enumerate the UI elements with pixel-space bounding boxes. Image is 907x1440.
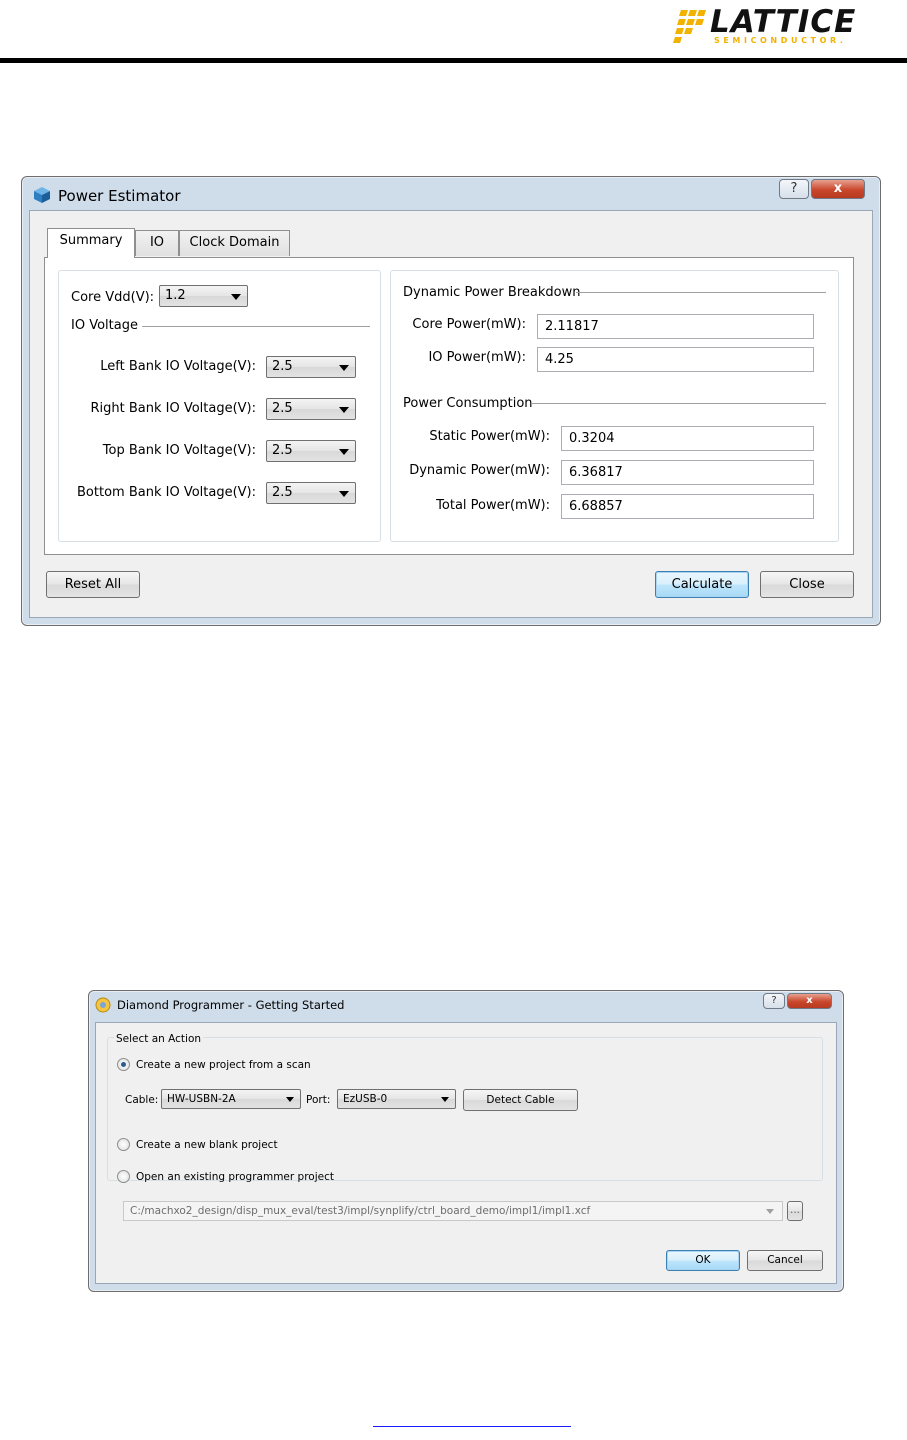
chevron-down-icon <box>766 1209 774 1214</box>
total-power-field[interactable]: 6.68857 <box>561 494 814 519</box>
help-button[interactable]: ? <box>763 993 785 1009</box>
cable-value: HW-USBN-2A <box>167 1093 236 1105</box>
port-value: EzUSB-0 <box>343 1093 388 1105</box>
dynamic-power-field[interactable]: 6.36817 <box>561 460 814 485</box>
core-vdd-select[interactable]: 1.2 <box>159 285 248 307</box>
footer-link-underline[interactable] <box>373 1426 571 1427</box>
dynamic-power-label: Dynamic Power(mW): <box>409 463 550 478</box>
io-power-label: IO Power(mW): <box>428 350 526 365</box>
static-power-value: 0.3204 <box>569 431 615 446</box>
close-button[interactable]: Close <box>760 571 854 598</box>
project-path-value: C:/machxo2_design/disp_mux_eval/test3/im… <box>130 1205 591 1217</box>
core-vdd-value: 1.2 <box>165 288 186 303</box>
logo-subtitle: SEMICONDUCTOR. <box>714 36 847 45</box>
cable-label: Cable: <box>125 1094 159 1106</box>
diamond-app-icon <box>95 997 111 1013</box>
power-estimator-app-icon <box>32 185 52 205</box>
reset-all-button[interactable]: Reset All <box>46 571 140 598</box>
bottom-bank-select[interactable]: 2.5 <box>266 482 356 504</box>
io-voltage-heading: IO Voltage <box>71 318 138 333</box>
io-voltage-rule <box>142 326 370 327</box>
core-power-label: Core Power(mW): <box>412 317 526 332</box>
top-bank-value: 2.5 <box>272 443 293 458</box>
tab-summary[interactable]: Summary <box>47 228 135 258</box>
header-rule <box>0 58 907 63</box>
radio-new-from-scan[interactable] <box>117 1058 130 1071</box>
core-power-field[interactable]: 2.11817 <box>537 314 814 339</box>
project-path-field[interactable]: C:/machxo2_design/disp_mux_eval/test3/im… <box>123 1201 783 1221</box>
lattice-logo: LATTICE SEMICONDUCTOR. <box>673 4 864 50</box>
browse-button[interactable]: ... <box>787 1201 803 1221</box>
left-bank-select[interactable]: 2.5 <box>266 356 356 378</box>
cancel-button[interactable]: Cancel <box>747 1250 823 1271</box>
top-bank-select[interactable]: 2.5 <box>266 440 356 462</box>
port-select[interactable]: EzUSB-0 <box>337 1089 456 1109</box>
chevron-down-icon <box>339 365 349 371</box>
dynamic-breakdown-heading: Dynamic Power Breakdown <box>403 285 581 300</box>
radio-new-blank[interactable] <box>117 1138 130 1151</box>
right-bank-value: 2.5 <box>272 401 293 416</box>
tab-io[interactable]: IO <box>135 230 179 256</box>
core-power-value: 2.11817 <box>545 319 599 334</box>
bottom-bank-label: Bottom Bank IO Voltage(V): <box>77 485 256 500</box>
dynamic-breakdown-rule <box>576 292 826 293</box>
bottom-bank-value: 2.5 <box>272 485 293 500</box>
window-title: Diamond Programmer - Getting Started <box>117 998 345 1012</box>
cable-select[interactable]: HW-USBN-2A <box>161 1089 301 1109</box>
chevron-down-icon <box>339 407 349 413</box>
calculate-button[interactable]: Calculate <box>655 571 749 598</box>
total-power-label: Total Power(mW): <box>436 498 550 513</box>
static-power-label: Static Power(mW): <box>429 429 550 444</box>
option-scan-label[interactable]: Create a new project from a scan <box>136 1057 311 1073</box>
window-close-button[interactable]: x <box>787 993 832 1009</box>
chevron-down-icon <box>339 491 349 497</box>
left-bank-label: Left Bank IO Voltage(V): <box>100 359 256 374</box>
total-power-value: 6.68857 <box>569 499 623 514</box>
power-consumption-heading: Power Consumption <box>403 396 533 411</box>
window-close-button[interactable]: x <box>811 179 865 199</box>
left-bank-value: 2.5 <box>272 359 293 374</box>
option-open-label[interactable]: Open an existing programmer project <box>136 1169 334 1185</box>
core-vdd-label: Core Vdd(V): <box>71 290 155 305</box>
help-button[interactable]: ? <box>779 179 809 199</box>
select-action-label: Select an Action <box>114 1031 204 1047</box>
ok-button[interactable]: OK <box>666 1250 740 1271</box>
window-title: Power Estimator <box>58 187 181 205</box>
option-blank-label[interactable]: Create a new blank project <box>136 1137 278 1153</box>
radio-open-existing[interactable] <box>117 1170 130 1183</box>
chevron-down-icon <box>231 294 241 300</box>
detect-cable-button[interactable]: Detect Cable <box>463 1089 578 1111</box>
port-label: Port: <box>306 1094 331 1106</box>
logo-wordmark: LATTICE <box>710 4 857 40</box>
lattice-logo-mark-icon <box>673 10 710 44</box>
chevron-down-icon <box>286 1097 294 1102</box>
io-power-field[interactable]: 4.25 <box>537 347 814 372</box>
dynamic-power-value: 6.36817 <box>569 465 623 480</box>
top-bank-label: Top Bank IO Voltage(V): <box>102 443 256 458</box>
io-power-value: 4.25 <box>545 352 574 367</box>
static-power-field[interactable]: 0.3204 <box>561 426 814 451</box>
right-bank-label: Right Bank IO Voltage(V): <box>90 401 256 416</box>
tab-clock-domain[interactable]: Clock Domain <box>179 230 290 256</box>
right-bank-select[interactable]: 2.5 <box>266 398 356 420</box>
chevron-down-icon <box>339 449 349 455</box>
chevron-down-icon <box>441 1097 449 1102</box>
power-consumption-rule <box>532 403 826 404</box>
